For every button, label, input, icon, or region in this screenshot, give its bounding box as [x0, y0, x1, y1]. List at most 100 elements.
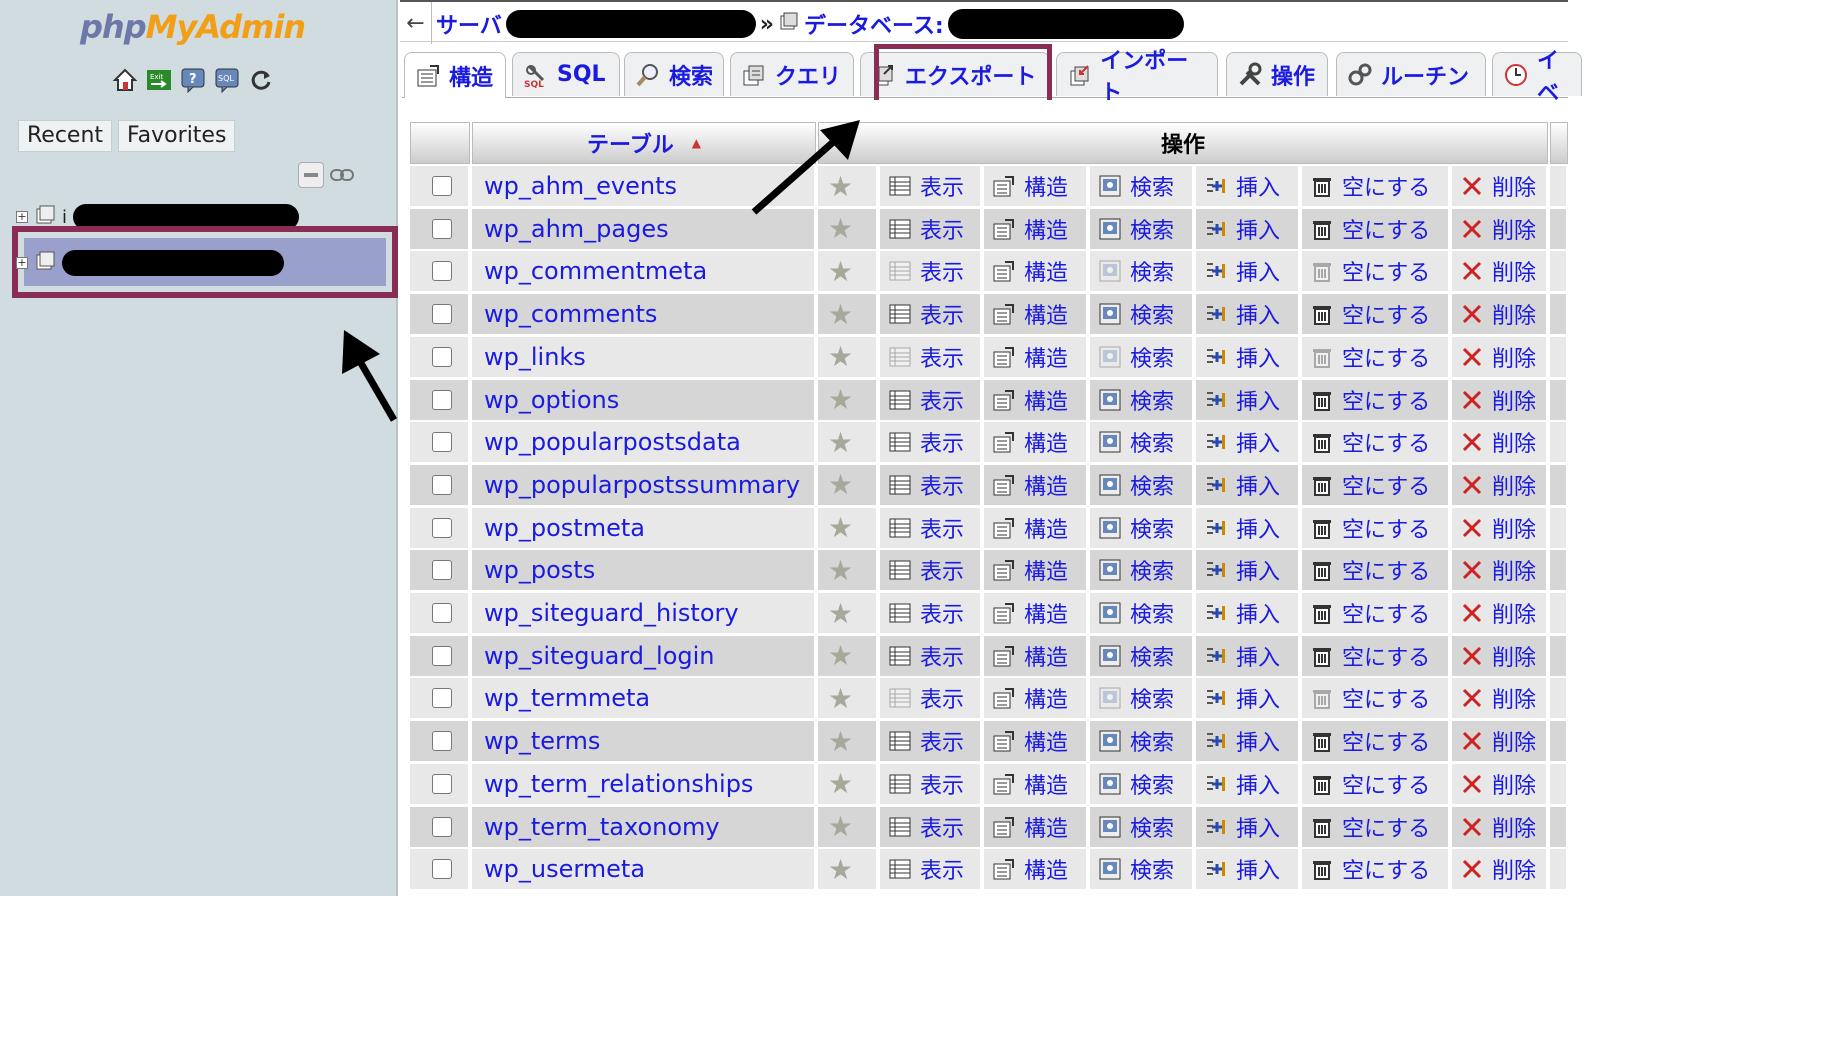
- drop-action[interactable]: 削除: [1452, 597, 1536, 629]
- structure-action[interactable]: 構造: [984, 554, 1068, 586]
- row-checkbox[interactable]: [432, 304, 452, 325]
- structure-action[interactable]: 構造: [984, 853, 1068, 885]
- tab-structure[interactable]: 構造: [404, 52, 506, 98]
- search-action[interactable]: 検索: [1090, 640, 1174, 672]
- insert-action[interactable]: 挿入: [1196, 255, 1280, 287]
- row-checkbox[interactable]: [432, 773, 452, 794]
- structure-action[interactable]: 構造: [984, 298, 1068, 330]
- table-name-link[interactable]: wp_ahm_pages: [472, 215, 669, 243]
- row-checkbox[interactable]: [432, 603, 452, 623]
- favorite-star-icon[interactable]: ★: [828, 298, 853, 331]
- tab-import[interactable]: インポート: [1056, 49, 1218, 106]
- search-action[interactable]: 検索: [1090, 554, 1174, 586]
- table-name-link[interactable]: wp_termmeta: [472, 684, 650, 712]
- exit-icon[interactable]: Exit: [146, 66, 172, 94]
- search-action[interactable]: 検索: [1090, 853, 1174, 885]
- browse-action[interactable]: 表示: [880, 469, 964, 501]
- empty-action[interactable]: 空にする: [1302, 811, 1430, 843]
- table-name-link[interactable]: wp_comments: [472, 300, 657, 328]
- favorite-star-icon[interactable]: ★: [828, 426, 853, 459]
- browse-action[interactable]: 表示: [880, 597, 964, 629]
- table-name-link[interactable]: wp_siteguard_login: [472, 642, 715, 670]
- row-checkbox[interactable]: [432, 432, 452, 453]
- drop-action[interactable]: 削除: [1452, 768, 1536, 800]
- home-icon[interactable]: [112, 66, 138, 94]
- structure-action[interactable]: 構造: [984, 170, 1068, 202]
- insert-action[interactable]: 挿入: [1196, 213, 1280, 245]
- insert-action[interactable]: 挿入: [1196, 170, 1280, 202]
- browse-action[interactable]: 表示: [880, 768, 964, 800]
- insert-action[interactable]: 挿入: [1196, 341, 1280, 373]
- drop-action[interactable]: 削除: [1452, 640, 1536, 672]
- empty-action[interactable]: 空にする: [1302, 384, 1430, 416]
- browse-action[interactable]: 表示: [880, 554, 964, 586]
- search-action[interactable]: 検索: [1090, 341, 1174, 373]
- drop-action[interactable]: 削除: [1452, 213, 1536, 245]
- sql-icon[interactable]: SQL: [214, 66, 240, 94]
- search-action[interactable]: 検索: [1090, 725, 1174, 757]
- empty-action[interactable]: 空にする: [1302, 725, 1430, 757]
- drop-action[interactable]: 削除: [1452, 512, 1536, 544]
- link-icon[interactable]: [330, 168, 354, 182]
- insert-action[interactable]: 挿入: [1196, 768, 1280, 800]
- insert-action[interactable]: 挿入: [1196, 853, 1280, 885]
- favorite-star-icon[interactable]: ★: [828, 853, 853, 886]
- row-checkbox[interactable]: [432, 731, 452, 752]
- search-action[interactable]: 検索: [1090, 682, 1174, 714]
- tab-sql[interactable]: SQL SQL: [512, 52, 620, 96]
- row-checkbox[interactable]: [432, 688, 452, 709]
- insert-action[interactable]: 挿入: [1196, 725, 1280, 757]
- tab-query[interactable]: クエリ: [730, 52, 854, 96]
- browse-action[interactable]: 表示: [880, 811, 964, 843]
- browse-action[interactable]: 表示: [880, 512, 964, 544]
- row-checkbox[interactable]: [432, 346, 452, 367]
- empty-action[interactable]: 空にする: [1302, 853, 1430, 885]
- search-action[interactable]: 検索: [1090, 512, 1174, 544]
- drop-action[interactable]: 削除: [1452, 554, 1536, 586]
- tree-item-database-2[interactable]: +: [16, 248, 284, 278]
- search-action[interactable]: 検索: [1090, 597, 1174, 629]
- empty-action[interactable]: 空にする: [1302, 640, 1430, 672]
- row-checkbox[interactable]: [432, 517, 452, 538]
- table-name-link[interactable]: wp_options: [472, 386, 619, 414]
- expand-icon[interactable]: +: [16, 257, 28, 269]
- table-name-link[interactable]: wp_siteguard_history: [472, 599, 739, 627]
- insert-action[interactable]: 挿入: [1196, 512, 1280, 544]
- back-arrow-icon[interactable]: ←: [400, 2, 432, 44]
- phpmyadmin-logo[interactable]: phpMyAdmin: [80, 8, 306, 46]
- table-name-link[interactable]: wp_popularpostssummary: [472, 471, 800, 499]
- drop-action[interactable]: 削除: [1452, 255, 1536, 287]
- structure-action[interactable]: 構造: [984, 682, 1068, 714]
- row-checkbox[interactable]: [432, 816, 452, 837]
- favorite-star-icon[interactable]: ★: [828, 554, 853, 587]
- browse-action[interactable]: 表示: [880, 426, 964, 458]
- tab-search[interactable]: 検索: [624, 52, 724, 96]
- search-action[interactable]: 検索: [1090, 811, 1174, 843]
- table-name-link[interactable]: wp_usermeta: [472, 855, 645, 883]
- tab-operations[interactable]: 操作: [1226, 52, 1328, 96]
- browse-action[interactable]: 表示: [880, 384, 964, 416]
- table-name-link[interactable]: wp_postmeta: [472, 514, 645, 542]
- table-name-link[interactable]: wp_terms: [472, 727, 600, 755]
- structure-action[interactable]: 構造: [984, 384, 1068, 416]
- insert-action[interactable]: 挿入: [1196, 469, 1280, 501]
- search-action[interactable]: 検索: [1090, 384, 1174, 416]
- insert-action[interactable]: 挿入: [1196, 426, 1280, 458]
- row-checkbox[interactable]: [432, 560, 452, 581]
- structure-action[interactable]: 構造: [984, 213, 1068, 245]
- favorite-star-icon[interactable]: ★: [828, 340, 853, 373]
- empty-action[interactable]: 空にする: [1302, 469, 1430, 501]
- structure-action[interactable]: 構造: [984, 597, 1068, 629]
- tab-routines[interactable]: ルーチン: [1336, 52, 1486, 96]
- table-name-link[interactable]: wp_commentmeta: [472, 257, 707, 285]
- insert-action[interactable]: 挿入: [1196, 554, 1280, 586]
- drop-action[interactable]: 削除: [1452, 426, 1536, 458]
- browse-action[interactable]: 表示: [880, 298, 964, 330]
- favorite-star-icon[interactable]: ★: [828, 639, 853, 672]
- favorite-star-icon[interactable]: ★: [828, 767, 853, 800]
- structure-action[interactable]: 構造: [984, 811, 1068, 843]
- breadcrumb-server[interactable]: サーバ: [436, 8, 502, 40]
- search-action[interactable]: 検索: [1090, 170, 1174, 202]
- browse-action[interactable]: 表示: [880, 213, 964, 245]
- empty-action[interactable]: 空にする: [1302, 170, 1430, 202]
